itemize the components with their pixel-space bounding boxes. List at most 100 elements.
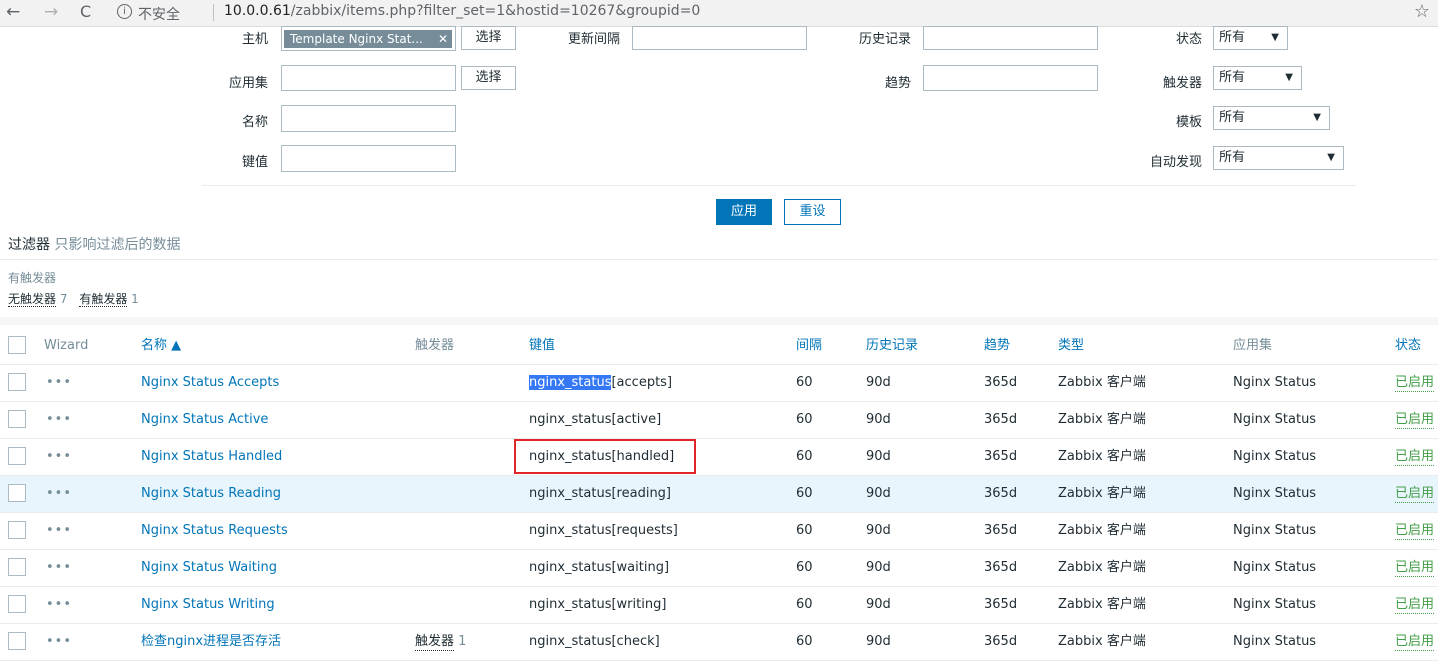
status-link[interactable]: 已启用 — [1395, 486, 1435, 503]
wizard-menu-icon[interactable]: ••• — [46, 402, 72, 438]
item-name-link[interactable]: Nginx Status Accepts — [141, 365, 279, 401]
trigger-select[interactable]: 所有 ▼ — [1213, 66, 1302, 90]
close-icon[interactable]: ✕ — [438, 30, 448, 48]
col-status[interactable]: 状态 — [1395, 328, 1421, 364]
row-checkbox[interactable] — [8, 373, 26, 391]
info-icon[interactable]: i — [117, 4, 132, 19]
item-name-link[interactable]: Nginx Status Reading — [141, 476, 281, 512]
wizard-menu-icon[interactable]: ••• — [46, 513, 72, 549]
back-arrow-icon[interactable]: ← — [6, 2, 20, 22]
col-name[interactable]: 名称 ▲ — [141, 328, 181, 364]
row-checkbox[interactable] — [8, 521, 26, 539]
state-select[interactable]: 所有 ▼ — [1213, 26, 1288, 50]
col-key[interactable]: 键值 — [529, 328, 555, 364]
select-all-checkbox[interactable] — [8, 336, 26, 354]
trend-label: 趋势 — [884, 76, 911, 91]
item-name-link[interactable]: Nginx Status Active — [141, 402, 268, 438]
col-trends[interactable]: 趋势 — [984, 328, 1010, 364]
table-row[interactable]: ••• Nginx Status Waiting nginx_status[wait… — [0, 550, 1438, 587]
col-type[interactable]: 类型 — [1058, 328, 1084, 364]
row-checkbox[interactable] — [8, 558, 26, 576]
item-application: Nginx Status — [1233, 560, 1317, 575]
url-host: 10.0.0.61 — [224, 3, 291, 19]
table-row[interactable]: ••• Nginx Status Accepts nginx_status[acce… — [0, 365, 1438, 402]
apply-button[interactable]: 应用 — [716, 199, 772, 225]
discovery-label: 自动发现 — [1149, 155, 1202, 170]
subfilter-no-triggers[interactable]: 无触发器 — [8, 292, 57, 307]
table-row[interactable]: ••• Nginx Status Active nginx_status[activ… — [0, 402, 1438, 439]
item-name-link[interactable]: Nginx Status Waiting — [141, 550, 277, 586]
item-interval: 60 — [796, 523, 813, 538]
wizard-menu-icon[interactable]: ••• — [46, 439, 72, 475]
divider — [0, 259, 1438, 260]
update-interval-input[interactable] — [632, 26, 807, 50]
status-link[interactable]: 已启用 — [1395, 412, 1435, 429]
wizard-menu-icon[interactable]: ••• — [46, 365, 72, 401]
col-history[interactable]: 历史记录 — [866, 328, 918, 364]
key-input[interactable] — [281, 145, 456, 172]
table-row[interactable]: ••• Nginx Status Handled nginx_status[hand… — [0, 439, 1438, 476]
discovery-select-value: 所有 — [1219, 150, 1246, 165]
host-chip[interactable]: Template Nginx Stat... ✕ — [284, 30, 452, 48]
item-application: Nginx Status — [1233, 412, 1317, 427]
row-checkbox[interactable] — [8, 447, 26, 465]
host-select-button[interactable]: 选择 — [461, 26, 516, 50]
security-status[interactable]: 不安全 — [138, 4, 180, 24]
trend-input[interactable] — [923, 65, 1098, 91]
template-select[interactable]: 所有 ▼ — [1213, 106, 1330, 130]
triggers-link[interactable]: 触发器 — [415, 634, 455, 651]
item-name-link[interactable]: Nginx Status Writing — [141, 587, 275, 623]
reload-icon[interactable]: C — [80, 2, 91, 22]
item-interval: 60 — [796, 449, 813, 464]
row-checkbox[interactable] — [8, 632, 26, 650]
item-status-cell: 已启用 — [1395, 624, 1435, 660]
template-label: 模板 — [1175, 115, 1202, 130]
dropdown-arrow-icon: ▼ — [1327, 152, 1335, 163]
item-name-link[interactable]: Nginx Status Handled — [141, 439, 282, 475]
item-trends: 365d — [984, 523, 1018, 538]
section-divider — [0, 317, 1438, 325]
wizard-menu-icon[interactable]: ••• — [46, 624, 72, 660]
wizard-menu-icon[interactable]: ••• — [46, 550, 72, 586]
item-application: Nginx Status — [1233, 449, 1317, 464]
wizard-menu-icon[interactable]: ••• — [46, 476, 72, 512]
url-path: /zabbix/items.php?filter_set=1&hostid=10… — [290, 3, 701, 19]
item-type: Zabbix 客户端 — [1058, 412, 1146, 427]
dropdown-arrow-icon: ▼ — [1285, 72, 1293, 83]
status-link[interactable]: 已启用 — [1395, 560, 1435, 577]
table-row[interactable]: ••• Nginx Status Writing nginx_status[writ… — [0, 587, 1438, 624]
forward-arrow-icon[interactable]: → — [44, 2, 58, 22]
key-text: nginx_status[waiting] — [529, 560, 670, 575]
status-link[interactable]: 已启用 — [1395, 634, 1435, 651]
address-bar[interactable]: 10.0.0.61/zabbix/items.php?filter_set=1&… — [224, 3, 700, 19]
application-select-button[interactable]: 选择 — [461, 66, 516, 90]
row-checkbox[interactable] — [8, 595, 26, 613]
row-checkbox[interactable] — [8, 410, 26, 428]
subfilter-with-triggers[interactable]: 有触发器 — [79, 292, 128, 307]
wizard-menu-icon[interactable]: ••• — [46, 587, 72, 623]
application-input[interactable] — [281, 65, 456, 91]
history-input[interactable] — [923, 26, 1098, 50]
item-name-link[interactable]: Nginx Status Requests — [141, 513, 288, 549]
item-interval: 60 — [796, 375, 813, 390]
col-interval[interactable]: 间隔 — [796, 328, 822, 364]
bookmark-star-icon[interactable]: ☆ — [1414, 1, 1430, 22]
item-status-cell: 已启用 — [1395, 402, 1435, 438]
discovery-select[interactable]: 所有 ▼ — [1213, 146, 1344, 170]
subfilter-links: 无触发器 7 有触发器 1 — [8, 290, 147, 307]
reset-button[interactable]: 重设 — [784, 199, 841, 225]
item-name-link[interactable]: 检查nginx进程是否存活 — [141, 624, 281, 660]
status-link[interactable]: 已启用 — [1395, 449, 1435, 466]
item-interval: 60 — [796, 412, 813, 427]
table-row[interactable]: ••• 检查nginx进程是否存活 触发器 1 nginx_status[check]… — [0, 624, 1438, 661]
item-history: 90d — [866, 375, 891, 390]
status-link[interactable]: 已启用 — [1395, 597, 1435, 614]
table-row[interactable]: ••• Nginx Status Reading nginx_status[read… — [0, 476, 1438, 513]
status-link[interactable]: 已启用 — [1395, 523, 1435, 540]
name-input[interactable] — [281, 105, 456, 132]
row-checkbox[interactable] — [8, 484, 26, 502]
status-link[interactable]: 已启用 — [1395, 375, 1435, 392]
table-row[interactable]: ••• Nginx Status Requests nginx_status[req… — [0, 513, 1438, 550]
host-label: 主机 — [241, 32, 268, 47]
key-text: nginx_status[writing] — [529, 597, 667, 612]
